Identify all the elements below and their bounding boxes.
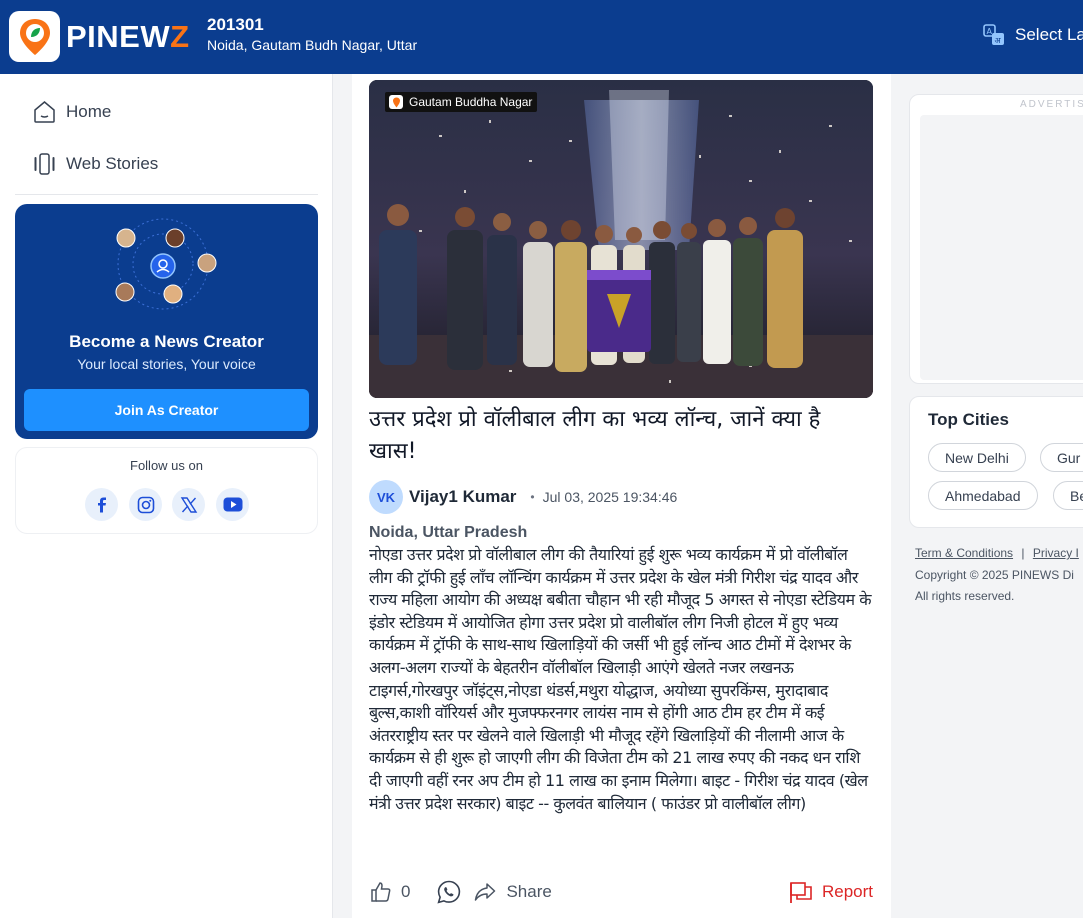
article-body: नोएडा उत्तर प्रदेश प्रो वॉलीबाल लीग की त… (369, 545, 872, 813)
privacy-link[interactable]: Privacy I (1033, 546, 1079, 560)
advertisement-card: ADVERTIS (909, 94, 1083, 384)
creator-title: Become a News Creator (69, 332, 264, 351)
select-language-button[interactable]: A अ Select La (983, 24, 1083, 46)
whatsapp-share-button[interactable] (436, 879, 462, 905)
launch-event-photo (369, 80, 873, 398)
creator-subtitle: Your local stories, Your voice (77, 356, 256, 372)
advertisement-label: ADVERTIS (1020, 99, 1083, 110)
creator-network-illustration (115, 218, 217, 310)
x-icon[interactable] (172, 488, 205, 521)
copyright-text: Copyright © 2025 PINEWS Di (915, 568, 1074, 582)
location-tag-label: Gautam Buddha Nagar (409, 95, 533, 109)
footer-links: Term & Conditions | Privacy I (915, 546, 1079, 560)
svg-text:A: A (987, 27, 993, 36)
brand-logo-text[interactable]: PINEWZ (66, 19, 190, 55)
sidebar-item-label: Web Stories (66, 154, 159, 173)
rights-text: All rights reserved. (915, 589, 1015, 603)
translate-icon: A अ (983, 24, 1004, 45)
meta-separator: • (530, 490, 535, 504)
city-chip[interactable]: New Delhi (928, 443, 1026, 472)
brand-prefix: PINEW (66, 19, 171, 54)
join-as-creator-button[interactable]: Join As Creator (24, 389, 309, 431)
svg-text:अ: अ (995, 36, 1002, 45)
web-stories-icon (34, 153, 55, 175)
current-location[interactable]: Noida, Gautam Budh Nagar, Uttar (207, 37, 417, 53)
share-label: Share (506, 882, 552, 901)
terms-link[interactable]: Term & Conditions (915, 546, 1013, 560)
city-chip[interactable]: Be (1053, 481, 1083, 510)
share-icon (475, 883, 496, 901)
footer-separator: | (1021, 546, 1025, 560)
report-button[interactable]: Report (789, 880, 873, 904)
location-tag[interactable]: Gautam Buddha Nagar (385, 92, 538, 112)
location-pin-icon (389, 95, 403, 109)
instagram-icon[interactable] (129, 488, 162, 521)
follow-us-card: Follow us on (15, 447, 318, 534)
sidebar-item-home[interactable]: Home (33, 100, 111, 124)
author-name[interactable]: Vijay1 Kumar (409, 487, 516, 507)
advertisement-slot[interactable] (920, 115, 1083, 380)
top-cities-title: Top Cities (928, 410, 1009, 429)
home-icon (34, 101, 55, 123)
sidebar-item-label: Home (66, 102, 112, 121)
article-title: उत्तर प्रदेश प्रो वॉलीबाल लीग का भव्य लॉ… (369, 407, 821, 464)
report-flag-icon (790, 882, 812, 903)
thumbs-up-icon (371, 882, 391, 902)
report-label: Report (821, 882, 873, 901)
brand-suffix: Z (170, 19, 190, 54)
whatsapp-icon (437, 880, 461, 904)
like-button[interactable]: 0 (369, 880, 410, 904)
city-chip[interactable]: Gur (1040, 443, 1083, 472)
published-time: Jul 03, 2025 19:34:46 (542, 489, 678, 505)
sidebar-item-web-stories[interactable]: Web Stories (33, 152, 158, 176)
youtube-icon[interactable] (216, 488, 249, 521)
news-creator-card: Become a News Creator Your local stories… (15, 204, 318, 439)
logo-icon[interactable] (9, 11, 60, 62)
article-place: Noida, Uttar Pradesh (369, 524, 528, 541)
follow-us-label: Follow us on (130, 458, 203, 473)
author-avatar[interactable]: VK (369, 480, 403, 514)
city-chip[interactable]: Ahmedabad (928, 481, 1038, 510)
like-count: 0 (401, 882, 411, 901)
top-header: PINEWZ 201301 Noida, Gautam Budh Nagar, … (0, 0, 1083, 74)
facebook-icon[interactable] (85, 488, 118, 521)
share-button[interactable]: Share (474, 882, 552, 902)
top-cities-card: Top Cities New Delhi Gur Ahmedabad Be (909, 396, 1083, 528)
article-actions: 0 Share Report (369, 877, 873, 907)
sidebar-divider (15, 194, 318, 195)
select-language-label: Select La (1015, 25, 1083, 44)
article-hero-image[interactable]: Gautam Buddha Nagar (369, 80, 873, 398)
pin-code[interactable]: 201301 (207, 15, 264, 35)
author-row: VK Vijay1 Kumar • Jul 03, 2025 19:34:46 (369, 480, 677, 514)
article-card: Gautam Buddha Nagar उत्तर प्रदेश प्रो वॉ… (352, 74, 891, 918)
